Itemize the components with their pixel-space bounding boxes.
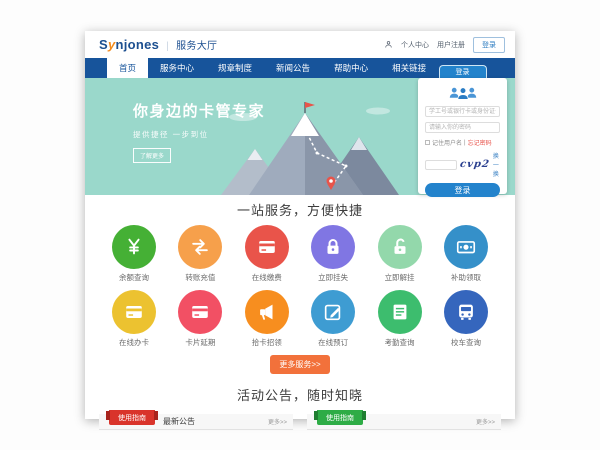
list-icon[interactable] — [378, 290, 422, 334]
login-panel: 登录 记住用户名 | 忘记密码 cvp2 换一换 — [418, 65, 507, 194]
bank-card-icon[interactable] — [112, 290, 156, 334]
forgot-password-link[interactable]: 忘记密码 — [468, 138, 492, 147]
transfer-arrows-icon[interactable] — [178, 225, 222, 269]
site-header: Synjones | 服务大厅 个人中心 用户注册 登录 — [85, 31, 515, 58]
login-tab[interactable]: 登录 — [439, 65, 487, 78]
nav-item-news[interactable]: 新闻公告 — [264, 58, 322, 78]
login-options-row: 记住用户名 | 忘记密码 — [425, 138, 500, 147]
banknote-icon[interactable] — [444, 225, 488, 269]
hero-cta-button[interactable]: 了解更多 — [133, 148, 171, 163]
service-balance[interactable]: 余额查询 — [105, 225, 163, 283]
logo-accent: y — [108, 37, 116, 52]
users-group-icon — [447, 85, 479, 101]
services-title: 一站服务，方便快捷 — [85, 200, 515, 219]
password-input[interactable] — [425, 122, 500, 133]
nav-item-help[interactable]: 帮助中心 — [322, 58, 380, 78]
logo-divider: | — [166, 41, 169, 52]
more-link[interactable]: 更多>> — [476, 417, 495, 426]
captcha-input[interactable] — [425, 160, 457, 170]
remember-label[interactable]: 记住用户名 — [432, 138, 462, 147]
options-separator: | — [464, 140, 466, 146]
bus-icon[interactable] — [444, 290, 488, 334]
yen-icon[interactable] — [112, 225, 156, 269]
service-transfer[interactable]: 转账充值 — [171, 225, 229, 283]
services-row-2: 在线办卡 卡片延期 拾卡招领 在线预订 — [85, 290, 515, 348]
lock-closed-icon[interactable] — [311, 225, 355, 269]
hero-text: 你身边的卡管专家 提供捷径 一步到位 了解更多 — [133, 100, 265, 163]
announcement-panel-right: 使用指南 更多>> — [307, 414, 501, 430]
hero-subtitle: 提供捷径 一步到位 — [133, 129, 265, 140]
user-icon — [384, 40, 393, 49]
ribbon-tab-guide[interactable]: 使用指南 — [109, 410, 155, 425]
logo[interactable]: Synjones | 服务大厅 — [99, 37, 217, 52]
hero-title: 你身边的卡管专家 — [133, 100, 265, 121]
captcha-refresh-link[interactable]: 换一换 — [493, 151, 500, 178]
ribbon-tab-guide[interactable]: 使用指南 — [317, 410, 363, 425]
personal-center-link[interactable]: 个人中心 — [401, 40, 429, 50]
service-online-payment[interactable]: 在线缴费 — [238, 225, 296, 283]
login-submit-button[interactable]: 登录 — [425, 183, 500, 197]
service-cancel-loss[interactable]: 立即解挂 — [371, 225, 429, 283]
captcha-row: cvp2 换一换 — [425, 151, 500, 178]
header-right: 个人中心 用户注册 登录 — [384, 37, 505, 53]
announcements-title: 活动公告，随时知晓 — [85, 385, 515, 404]
more-link[interactable]: 更多>> — [268, 417, 287, 426]
captcha-image[interactable]: cvp2 — [459, 159, 490, 170]
compose-icon[interactable] — [311, 290, 355, 334]
more-services-button[interactable]: 更多服务>> — [270, 355, 329, 374]
remember-checkbox[interactable] — [425, 140, 430, 145]
nav-item-service-center[interactable]: 服务中心 — [148, 58, 206, 78]
service-attendance[interactable]: 考勤查询 — [371, 290, 429, 348]
logo-text-rest: njones — [116, 37, 160, 52]
announcements-section: 活动公告，随时知晓 使用指南 最新公告 更多>> 使用指南 更多>> — [85, 385, 515, 430]
user-register-link[interactable]: 用户注册 — [437, 40, 465, 50]
service-apply-card[interactable]: 在线办卡 — [105, 290, 163, 348]
service-school-bus[interactable]: 校车查询 — [437, 290, 495, 348]
header-login-button[interactable]: 登录 — [473, 37, 505, 53]
service-report-loss[interactable]: 立即挂失 — [304, 225, 362, 283]
lock-open-icon[interactable] — [378, 225, 422, 269]
megaphone-icon[interactable] — [245, 290, 289, 334]
services-section: 一站服务，方便快捷 余额查询 转账充值 在线缴费 — [85, 195, 515, 374]
username-input[interactable] — [425, 106, 500, 117]
announcement-panels: 使用指南 最新公告 更多>> 使用指南 更多>> — [85, 414, 515, 430]
nav-item-home[interactable]: 首页 — [107, 58, 148, 78]
logo-text: S — [99, 37, 108, 52]
announcement-panel-left: 使用指南 最新公告 更多>> — [99, 414, 293, 430]
login-form: 记住用户名 | 忘记密码 cvp2 换一换 登录 — [418, 78, 507, 194]
service-subsidy[interactable]: 补助领取 — [437, 225, 495, 283]
service-card-extension[interactable]: 卡片延期 — [171, 290, 229, 348]
product-name: 服务大厅 — [176, 37, 217, 52]
bank-card-icon[interactable] — [245, 225, 289, 269]
service-lost-found[interactable]: 拾卡招领 — [238, 290, 296, 348]
services-row-1: 余额查询 转账充值 在线缴费 立即挂失 — [85, 225, 515, 283]
bank-card-icon[interactable] — [178, 290, 222, 334]
hero-banner: 你身边的卡管专家 提供捷径 一步到位 了解更多 登录 — [85, 78, 515, 195]
service-online-booking[interactable]: 在线预订 — [304, 290, 362, 348]
nav-item-rules[interactable]: 规章制度 — [206, 58, 264, 78]
tab-latest-announcements[interactable]: 最新公告 — [163, 416, 195, 427]
page: Synjones | 服务大厅 个人中心 用户注册 登录 首页 服务中心 规章制… — [85, 31, 515, 419]
